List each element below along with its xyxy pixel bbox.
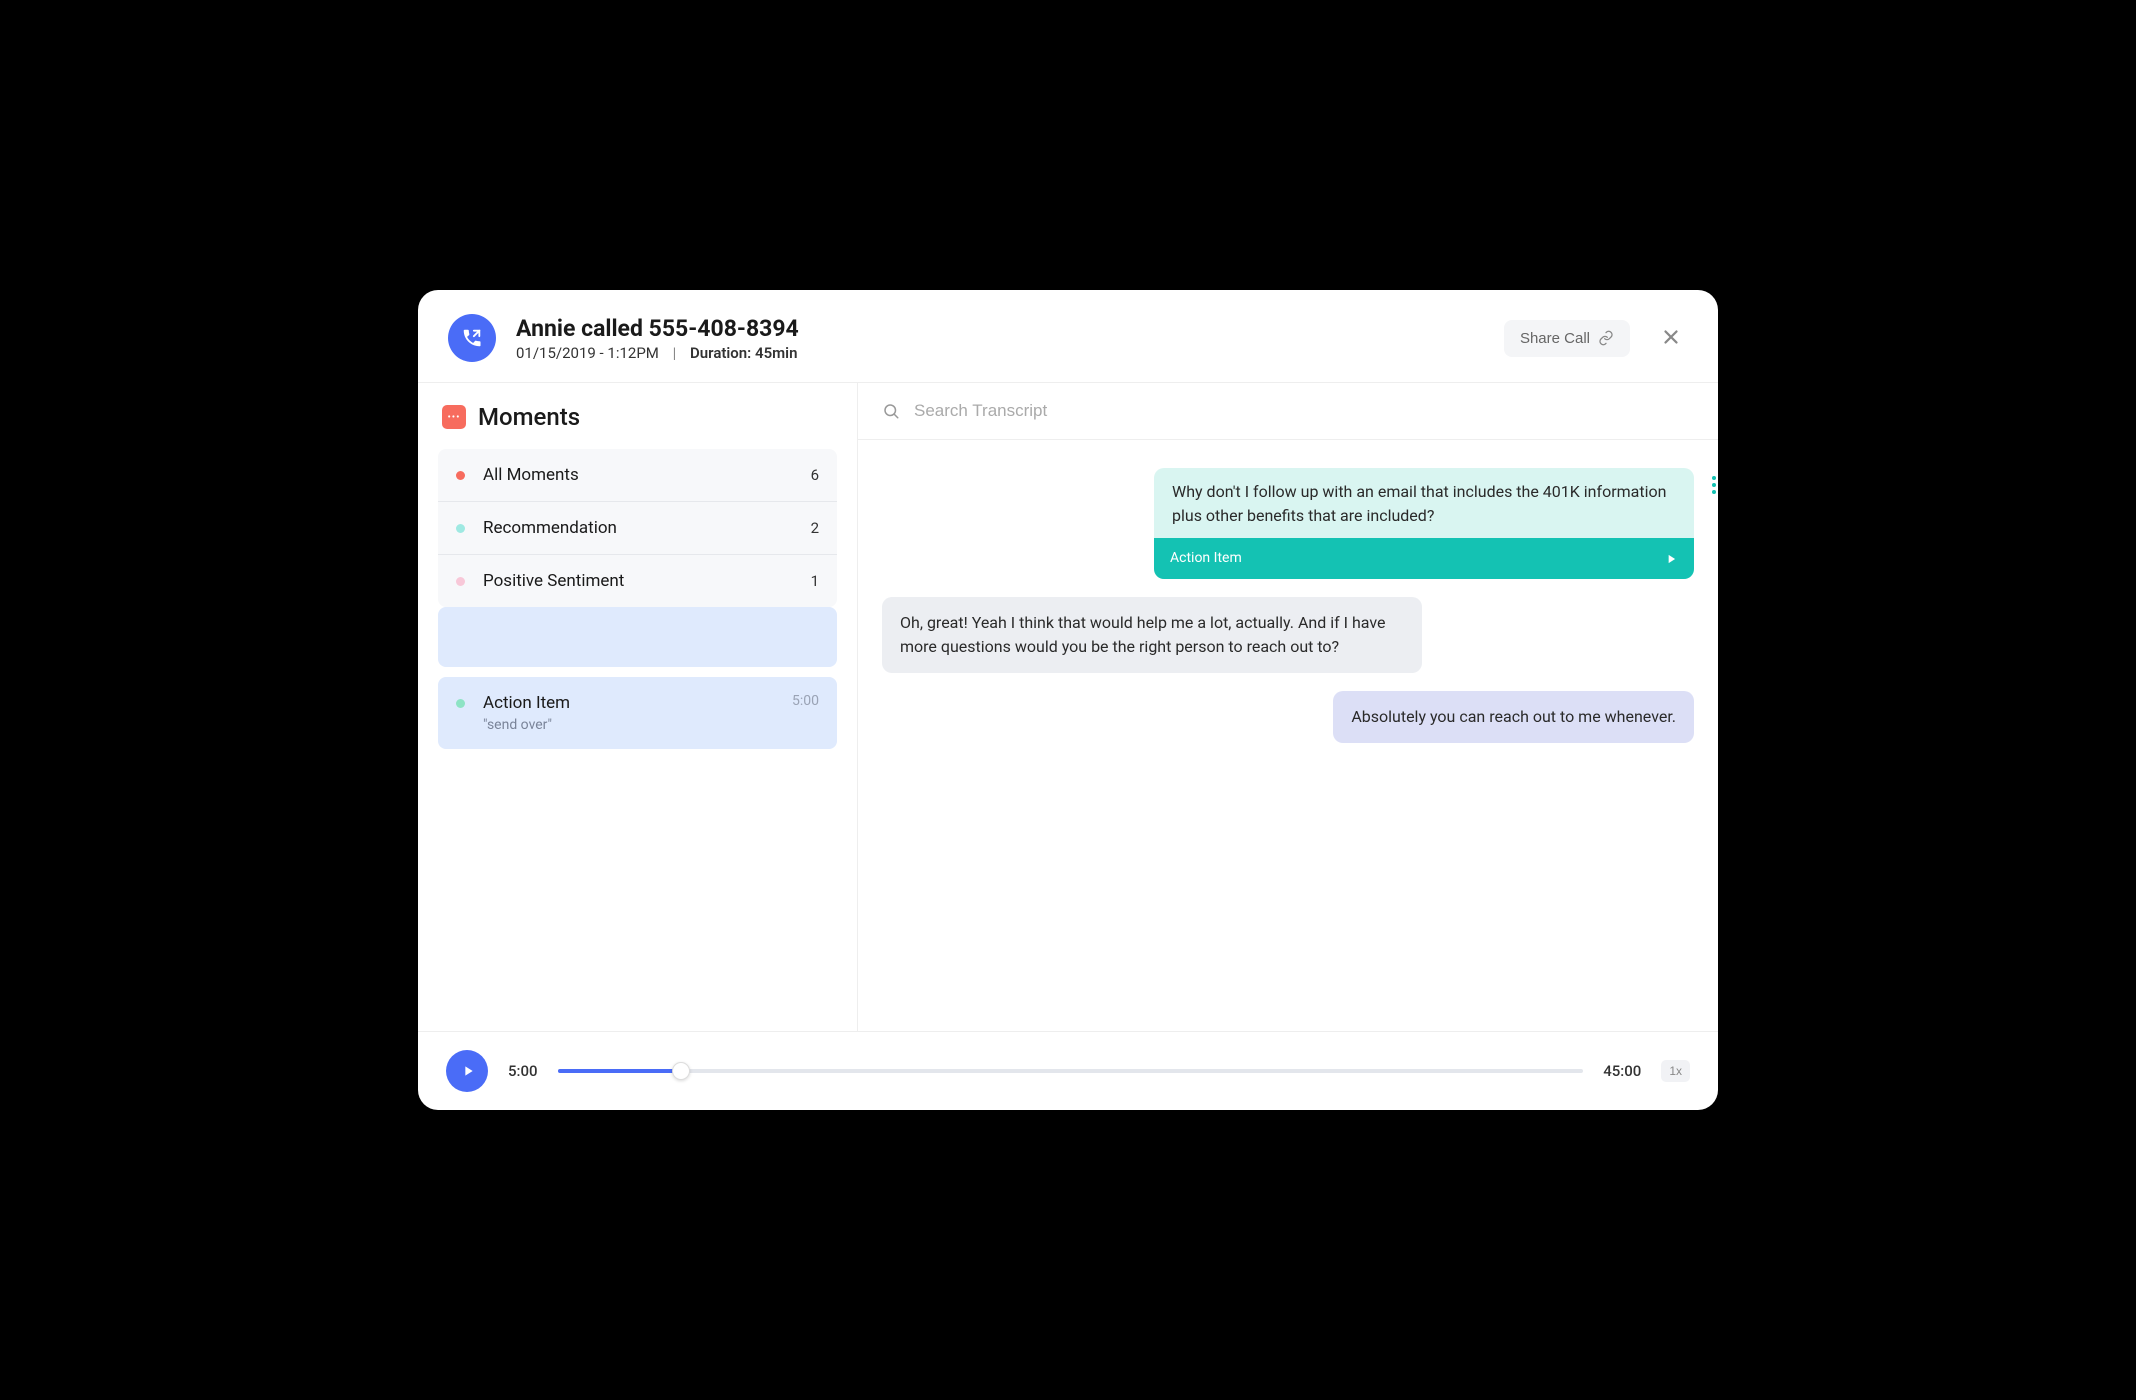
kebab-dot-icon	[1712, 490, 1716, 494]
separator: |	[673, 344, 677, 362]
dot-icon	[456, 471, 465, 480]
current-time: 5:00	[508, 1062, 538, 1080]
dot-icon	[456, 577, 465, 586]
play-icon	[1664, 552, 1678, 566]
moment-action-item-card[interactable]: Action Item "send over" 5:00	[438, 677, 837, 749]
message-row: Why don't I follow up with an email that…	[882, 468, 1694, 579]
message-bubble-agent-highlight[interactable]: Why don't I follow up with an email that…	[1154, 468, 1694, 579]
message-row: Absolutely you can reach out to me whene…	[882, 691, 1694, 743]
kebab-dot-icon	[1712, 476, 1716, 480]
message-bubble-customer[interactable]: Oh, great! Yeah I think that would help …	[882, 597, 1422, 673]
share-label: Share Call	[1520, 330, 1590, 347]
message-text: Oh, great! Yeah I think that would help …	[900, 613, 1386, 656]
play-icon	[460, 1063, 476, 1079]
moment-placeholder	[438, 607, 837, 667]
action-body: Action Item "send over"	[483, 693, 782, 733]
call-icon	[448, 314, 496, 362]
dot-icon	[456, 524, 465, 533]
duration-value: 45min	[755, 344, 797, 362]
filter-count: 1	[811, 572, 819, 590]
speed-label: 1x	[1669, 1064, 1682, 1078]
filter-positive-sentiment[interactable]: Positive Sentiment 1	[438, 555, 837, 607]
close-icon	[1660, 326, 1682, 348]
action-item-label: Action Item	[483, 693, 782, 713]
search-bar	[858, 383, 1718, 440]
playback-speed-button[interactable]: 1x	[1661, 1060, 1690, 1082]
transcript[interactable]: Why don't I follow up with an email that…	[858, 440, 1718, 1031]
link-icon	[1598, 330, 1614, 346]
filter-label: All Moments	[483, 465, 811, 485]
play-button[interactable]	[446, 1050, 488, 1092]
filter-all-moments[interactable]: All Moments 6	[438, 449, 837, 502]
duration-label: Duration:	[690, 344, 751, 362]
action-item-bar[interactable]: Action Item	[1154, 538, 1694, 579]
moments-badge-icon: •••	[442, 405, 466, 429]
seek-thumb[interactable]	[672, 1062, 690, 1080]
filter-label: Positive Sentiment	[483, 571, 811, 591]
message-menu-button[interactable]	[1712, 476, 1716, 494]
moments-sidebar: ••• Moments All Moments 6 Recommendation…	[418, 383, 858, 1031]
message-text: Absolutely you can reach out to me whene…	[1351, 707, 1676, 726]
call-subtitle: 01/15/2019 - 1:12PM | Duration: 45min	[516, 344, 1504, 362]
message-row: Oh, great! Yeah I think that would help …	[882, 597, 1694, 673]
call-title: Annie called 555-408-8394	[516, 315, 1504, 342]
message-text: Why don't I follow up with an email that…	[1154, 468, 1694, 538]
search-icon	[882, 402, 900, 420]
message-stack: Why don't I follow up with an email that…	[1154, 468, 1694, 579]
kebab-dot-icon	[1712, 483, 1716, 487]
filter-recommendation[interactable]: Recommendation 2	[438, 502, 837, 555]
audio-player: 5:00 45:00 1x	[418, 1031, 1718, 1110]
action-item-time: 5:00	[792, 693, 819, 709]
call-detail-window: Annie called 555-408-8394 01/15/2019 - 1…	[418, 290, 1718, 1110]
filter-count: 6	[811, 466, 819, 484]
filter-label: Recommendation	[483, 518, 811, 538]
filter-count: 2	[811, 519, 819, 537]
header-info: Annie called 555-408-8394 01/15/2019 - 1…	[516, 315, 1504, 362]
share-call-button[interactable]: Share Call	[1504, 320, 1630, 357]
moments-header: ••• Moments	[438, 403, 837, 431]
action-item-quote: "send over"	[483, 717, 782, 733]
seek-track[interactable]	[558, 1069, 1584, 1073]
action-item-tag: Action Item	[1170, 548, 1242, 569]
total-time: 45:00	[1603, 1062, 1641, 1080]
moments-title: Moments	[478, 403, 580, 431]
call-datetime: 01/15/2019 - 1:12PM	[516, 344, 659, 362]
transcript-panel: Why don't I follow up with an email that…	[858, 383, 1718, 1031]
body: ••• Moments All Moments 6 Recommendation…	[418, 383, 1718, 1031]
close-button[interactable]	[1654, 320, 1688, 357]
track-fill	[558, 1069, 681, 1073]
search-input[interactable]	[914, 401, 1694, 421]
message-bubble-agent[interactable]: Absolutely you can reach out to me whene…	[1333, 691, 1694, 743]
dot-icon	[456, 699, 465, 708]
header: Annie called 555-408-8394 01/15/2019 - 1…	[418, 290, 1718, 383]
moments-filter-list: All Moments 6 Recommendation 2 Positive …	[438, 449, 837, 607]
